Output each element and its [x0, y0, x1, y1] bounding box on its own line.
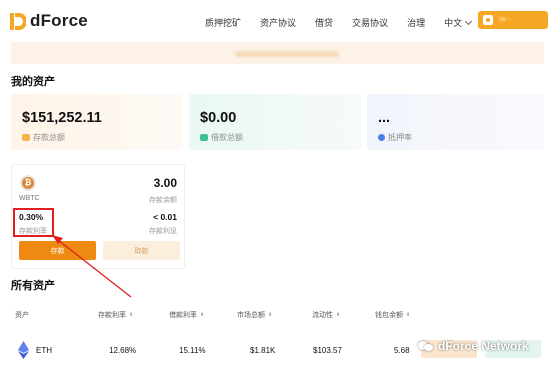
borrow-total-label: 借款总额: [211, 133, 243, 142]
deposit-total-value: $151,252.11: [22, 110, 102, 126]
nav-asset-protocol[interactable]: 资产协议: [260, 16, 296, 29]
wallet-icon: [483, 15, 493, 25]
chevron-down-icon: [465, 17, 473, 25]
sort-icon: ⬍: [129, 311, 134, 318]
collateral-icon: [378, 134, 385, 141]
collateral-ratio-label: 抵押率: [388, 133, 412, 142]
asset-symbol: WBTC: [19, 195, 40, 202]
asset-name: ETH: [36, 346, 52, 355]
col-liquidity-label: 流动性: [312, 312, 333, 319]
sort-icon: ⬍: [336, 311, 341, 318]
col-market-size-label: 市场总额: [237, 312, 265, 319]
wallet-button[interactable]: 0x····: [478, 11, 548, 29]
notice-banner[interactable]: [11, 42, 544, 64]
col-wallet-balance[interactable]: 钱包余额 ⬍: [375, 310, 410, 320]
all-assets-title: 所有资产: [11, 280, 55, 292]
deposit-rate-label: 存款利率: [19, 228, 47, 235]
watermark: dForce Network: [418, 339, 529, 353]
deposit-total-label: 存款总额: [33, 133, 65, 142]
col-asset-label: 资产: [15, 312, 29, 319]
deposit-balance-label: 存款余额: [149, 197, 177, 204]
borrow-total-label-row: 借款总额: [200, 132, 243, 143]
wbtc-coin-icon: ₿: [20, 175, 36, 191]
nav-governance[interactable]: 治理: [407, 16, 425, 29]
deposit-balance-value: 3.00: [153, 176, 177, 190]
col-deposit-rate-label: 存款利率: [98, 312, 126, 319]
col-wallet-balance-label: 钱包余额: [375, 312, 403, 319]
wbtc-asset-card: ₿ WBTC 3.00 存款余额 0.30% 存款利率 < 0.01 存款利息 …: [11, 164, 185, 269]
sort-icon: ⬍: [200, 311, 205, 318]
col-market-size[interactable]: 市场总额 ⬍: [237, 310, 272, 320]
nav-trading-protocol[interactable]: 交易协议: [352, 16, 388, 29]
top-header: dForce 质押挖矿 资产协议 借贷 交易协议 治理 中文 0x····: [0, 0, 554, 40]
deposit-icon: [22, 134, 30, 141]
deposit-rate: 12.68%: [109, 346, 137, 355]
col-asset: 资产: [15, 310, 29, 320]
col-borrow-rate[interactable]: 借款利率 ⬍: [169, 310, 204, 320]
nav-staking[interactable]: 质押挖矿: [205, 16, 241, 29]
deposit-interest-value: < 0.01: [153, 212, 177, 222]
wallet-address: 0x····: [499, 17, 514, 23]
deposit-rate-value: 0.30%: [19, 212, 44, 222]
main-nav: 质押挖矿 资产协议 借贷 交易协议 治理 中文: [205, 16, 473, 29]
dforce-logo-icon: [10, 12, 26, 30]
deposit-interest-label: 存款利息: [149, 228, 177, 235]
col-liquidity[interactable]: 流动性 ⬍: [312, 310, 340, 320]
language-selector[interactable]: 中文: [444, 16, 473, 29]
wechat-icon: [418, 340, 434, 352]
deposit-total-card: $151,252.11 存款总额: [11, 94, 183, 150]
borrow-rate: 15.11%: [179, 346, 206, 355]
eth-icon: [18, 341, 29, 359]
market-size: $1.81K: [250, 346, 276, 355]
withdraw-button[interactable]: 取款: [103, 241, 180, 260]
collateral-ratio-label-row: 抵押率: [378, 132, 412, 143]
my-assets-title: 我的资产: [11, 76, 55, 88]
col-deposit-rate[interactable]: 存款利率 ⬍: [98, 310, 133, 320]
borrow-total-value: $0.00: [200, 110, 237, 126]
liquidity: $103.57: [313, 346, 342, 355]
sort-icon: ⬍: [268, 311, 273, 318]
nav-lending[interactable]: 借贷: [315, 16, 333, 29]
col-borrow-rate-label: 借款利率: [169, 312, 197, 319]
wallet-balance: 5.68: [394, 346, 410, 355]
sort-icon: ⬍: [406, 311, 411, 318]
assets-table-header: 资产 存款利率 ⬍ 借款利率 ⬍ 市场总额 ⬍ 流动性 ⬍ 钱包余额 ⬍: [11, 308, 544, 322]
watermark-text: dForce Network: [438, 339, 529, 353]
deposit-button[interactable]: 存款: [19, 241, 96, 260]
borrow-total-card: $0.00 借款总额: [189, 94, 361, 150]
collateral-ratio-card: ... 抵押率: [367, 94, 544, 150]
logo[interactable]: dForce: [10, 11, 88, 31]
logo-text: dForce: [30, 11, 88, 30]
language-label: 中文: [444, 18, 463, 28]
banner-text-blurred: [235, 51, 339, 57]
deposit-total-label-row: 存款总额: [22, 132, 65, 143]
collateral-ratio-value: ...: [378, 110, 391, 126]
coin-glyph: ₿: [22, 177, 34, 189]
borrow-icon: [200, 134, 208, 141]
